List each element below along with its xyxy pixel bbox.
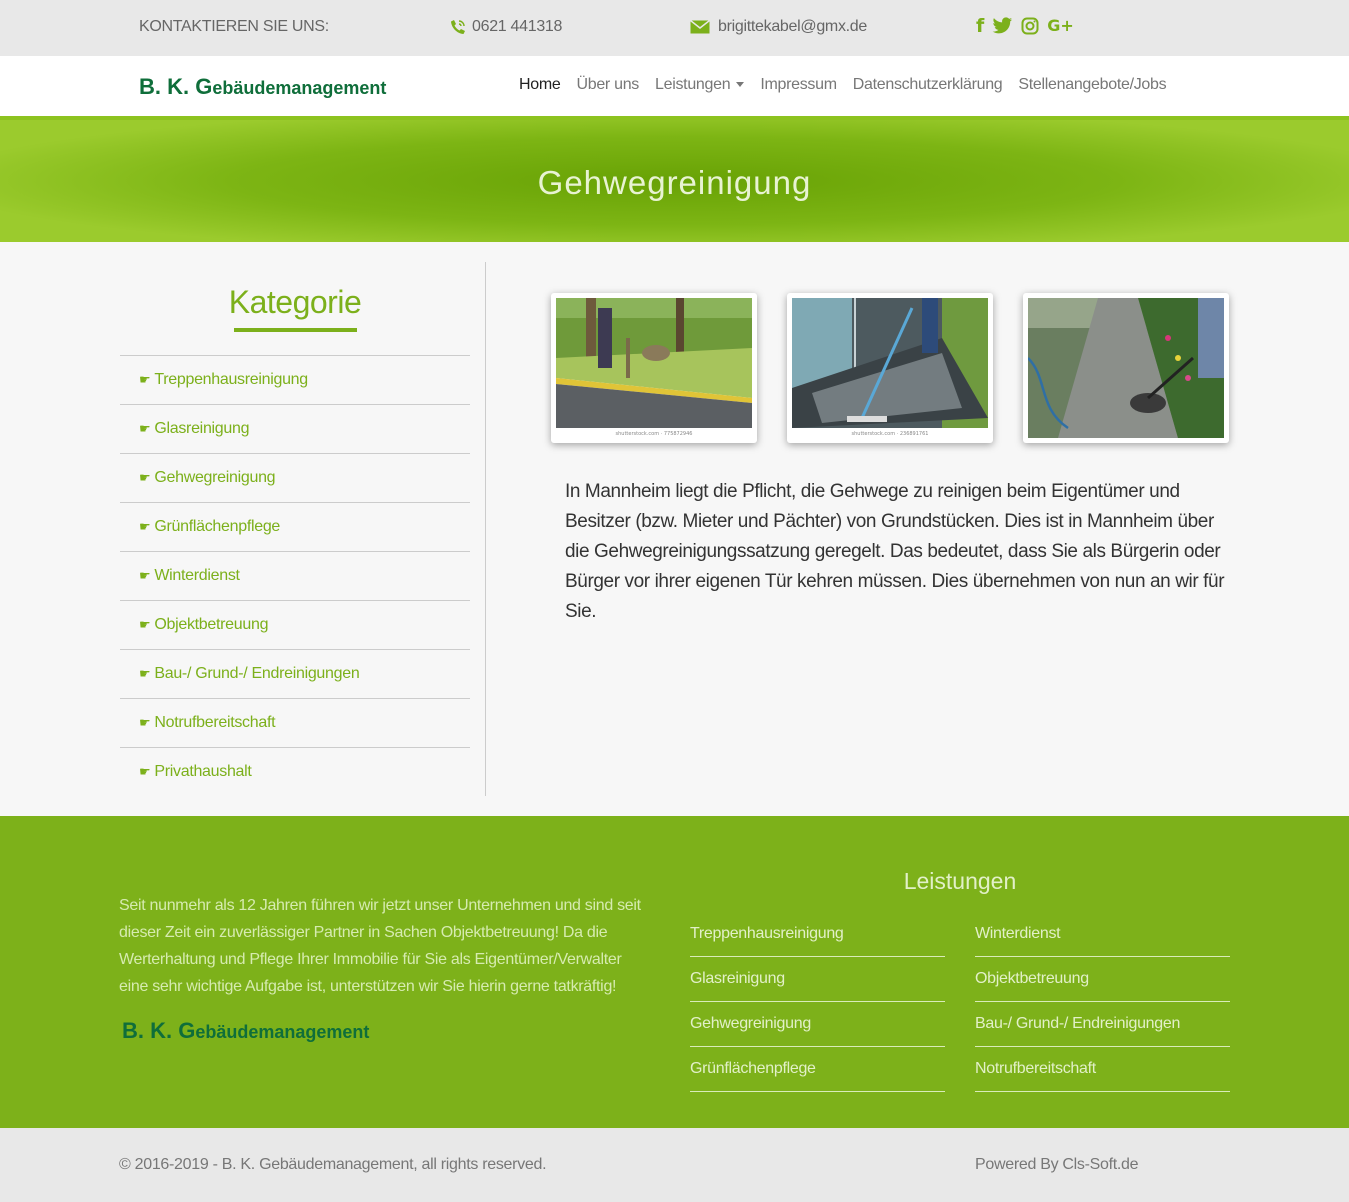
page-hero-banner: Gehwegreinigung [0,116,1349,242]
category-item[interactable]: ☛ Privathaushalt [120,747,470,796]
copyright-text: © 2016-2019 - B. K. Gebäudemanagement, a… [119,1156,547,1173]
footer-service-link[interactable]: Treppenhausreinigung [690,912,945,957]
nav-menu: Home Über uns Leistungen Impressum Daten… [519,76,1167,94]
facebook-icon[interactable]: f [976,14,984,38]
photo-street-sweeping: shutterstock.com · 775872946 [556,298,752,438]
instagram-icon[interactable] [1021,17,1039,35]
image-watermark-caption: shutterstock.com · 775872946 [616,431,693,437]
category-list: ☛ Treppenhausreinigung ☛ Glasreinigung ☛ Ge… [120,355,470,796]
footer: Seit nunmehr als 12 Jahren führen wir je… [0,816,1349,1128]
footer-service-link[interactable]: Glasreinigung [690,957,945,1002]
footer-service-link[interactable]: Objektbetreuung [975,957,1230,1002]
copyright-bar: © 2016-2019 - B. K. Gebäudemanagement, a… [0,1128,1349,1202]
gallery-image-floor-cleaning[interactable]: shutterstock.com · 236891761 [787,293,993,443]
top-contact-bar: KONTAKTIEREN SIE UNS: 0621 441318 brigit… [0,0,1349,56]
footer-services-title: Leistungen [903,868,1017,894]
nav-item-jobs[interactable]: Stellenangebote/Jobs [1018,76,1166,94]
footer-service-link[interactable]: Grünflächenpflege [690,1047,945,1092]
page-title: Gehwegreinigung [537,164,812,201]
pointing-hand-icon: ☛ [139,421,151,437]
footer-service-link[interactable]: Notrufbereitschaft [975,1047,1230,1092]
footer-services-column-2: Winterdienst Objektbetreuung Bau-/ Grund… [975,912,1230,1092]
pointing-hand-icon: ☛ [139,764,151,780]
category-item[interactable]: ☛ Treppenhausreinigung [120,355,470,404]
nav-item-imprint[interactable]: Impressum [760,76,837,94]
article-text: In Mannheim liegt die Pflicht, die Gehwe… [565,481,1225,622]
footer-service-link[interactable]: Bau-/ Grund-/ Endreinigungen [975,1002,1230,1047]
pointing-hand-icon: ☛ [139,372,151,388]
powered-by-link[interactable]: Powered By Cls-Soft.de [975,1156,1139,1174]
envelope-icon [690,20,710,34]
category-sidebar: Kategorie ☛ Treppenhausreinigung ☛ Glasrei… [120,262,486,796]
email-address: brigittekabel@gmx.de [718,18,867,35]
phone-contact[interactable]: 0621 441318 [450,18,562,36]
footer-service-link[interactable]: Gehwegreinigung [690,1002,945,1047]
pointing-hand-icon: ☛ [139,470,151,486]
gallery-image-pressure-washing[interactable] [1023,293,1229,443]
category-item[interactable]: ☛ Bau-/ Grund-/ Endreinigungen [120,649,470,698]
category-item[interactable]: ☛ Winterdienst [120,551,470,600]
pointing-hand-icon: ☛ [139,617,151,633]
social-links: f G+ [976,14,1074,38]
pointing-hand-icon: ☛ [139,568,151,584]
nav-item-services[interactable]: Leistungen [655,76,745,94]
pointing-hand-icon: ☛ [139,666,151,682]
nav-item-privacy[interactable]: Datenschutzerklärung [853,76,1003,94]
sidebar-title: Kategorie [228,284,362,320]
image-watermark-caption: shutterstock.com · 236891761 [852,431,929,437]
pointing-hand-icon: ☛ [139,715,151,731]
title-underline [234,328,357,332]
footer-services-column-1: Treppenhausreinigung Glasreinigung Gehwe… [690,912,945,1092]
footer-about-text: Seit nunmehr als 12 Jahren führen wir je… [119,897,641,995]
brand-initials: B. K. G [139,74,213,99]
category-item[interactable]: ☛ Gehwegreinigung [120,453,470,502]
category-item[interactable]: ☛ Grünflächenpflege [120,502,470,551]
caret-down-icon [736,82,745,88]
brand-logo[interactable]: B. K. Gebäudemanagement [139,74,386,100]
nav-item-services-label: Leistungen [655,76,731,93]
photo-pressure-washing [1028,298,1224,438]
photo-floor-cleaning: shutterstock.com · 236891761 [792,298,988,438]
gallery-image-street-sweeping[interactable]: shutterstock.com · 775872946 [551,293,757,443]
phone-number: 0621 441318 [472,18,563,35]
contact-label: KONTAKTIEREN SIE UNS: [139,18,329,35]
footer-service-link[interactable]: Winterdienst [975,912,1230,957]
category-item[interactable]: ☛ Glasreinigung [120,404,470,453]
nav-item-about[interactable]: Über uns [576,76,639,94]
brand-name-rest: ebäudemanagement [212,78,387,98]
category-item[interactable]: ☛ Objektbetreuung [120,600,470,649]
twitter-icon[interactable] [992,17,1013,35]
phone-icon [451,20,465,34]
category-item[interactable]: ☛ Notrufbereitschaft [120,698,470,747]
google-plus-icon[interactable]: G+ [1047,14,1074,38]
pointing-hand-icon: ☛ [139,519,151,535]
email-contact[interactable]: brigittekabel@gmx.de [690,18,867,36]
nav-item-home[interactable]: Home [519,76,561,94]
footer-brand-logo[interactable]: B. K. Gebäudemanagement [122,1018,369,1044]
brand-initials: B. K. G [122,1018,196,1043]
brand-name-rest: ebäudemanagement [195,1022,370,1042]
main-navbar: B. K. Gebäudemanagement Home Über uns Le… [0,56,1349,116]
